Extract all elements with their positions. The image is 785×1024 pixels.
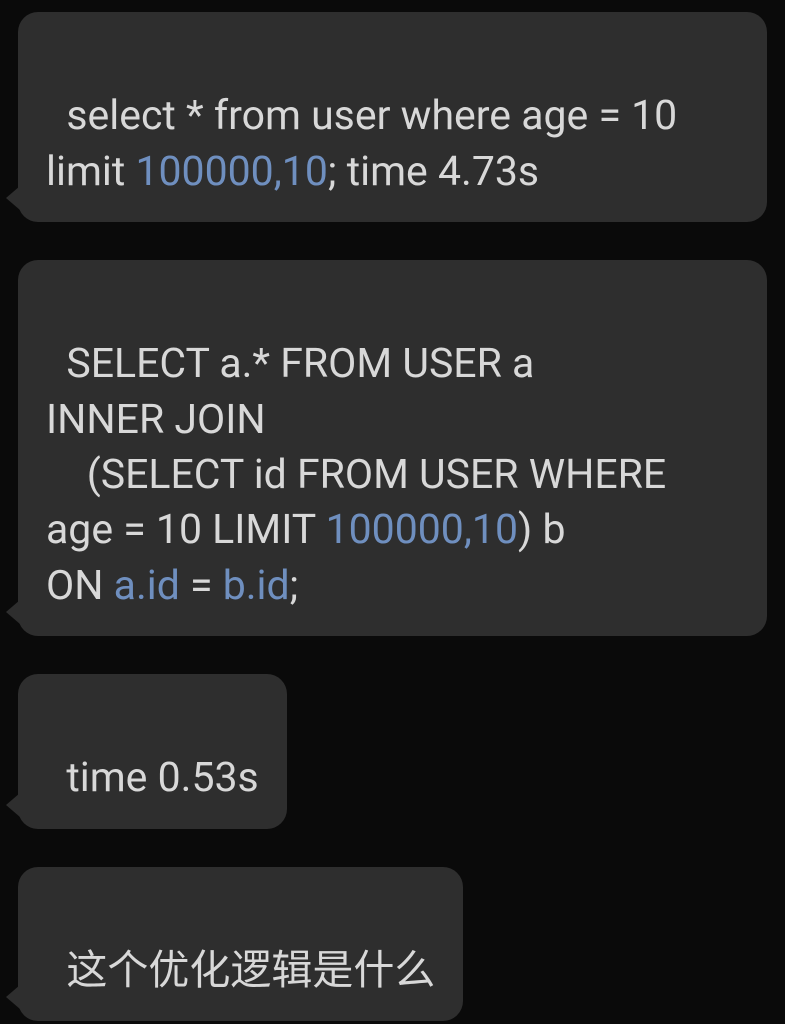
message-text: ; time 4.73s: [328, 148, 539, 196]
message-link[interactable]: 100000,10: [135, 148, 327, 196]
message-text: time 0.53s: [66, 754, 258, 802]
message-link[interactable]: 100000,10: [326, 506, 518, 554]
message-link[interactable]: a.id: [114, 562, 180, 610]
message-text: ;: [290, 562, 299, 610]
message-text: 这个优化逻辑是什么: [66, 947, 435, 995]
message-text: =: [180, 562, 223, 610]
chat-message: time 0.53s: [18, 674, 287, 829]
message-link[interactable]: b.id: [223, 562, 290, 610]
chat-message: select * from user where age = 10 limit …: [18, 12, 767, 222]
chat-message: 这个优化逻辑是什么: [18, 867, 463, 1022]
chat-message: SELECT a.* FROM USER a INNER JOIN (SELEC…: [18, 260, 767, 636]
